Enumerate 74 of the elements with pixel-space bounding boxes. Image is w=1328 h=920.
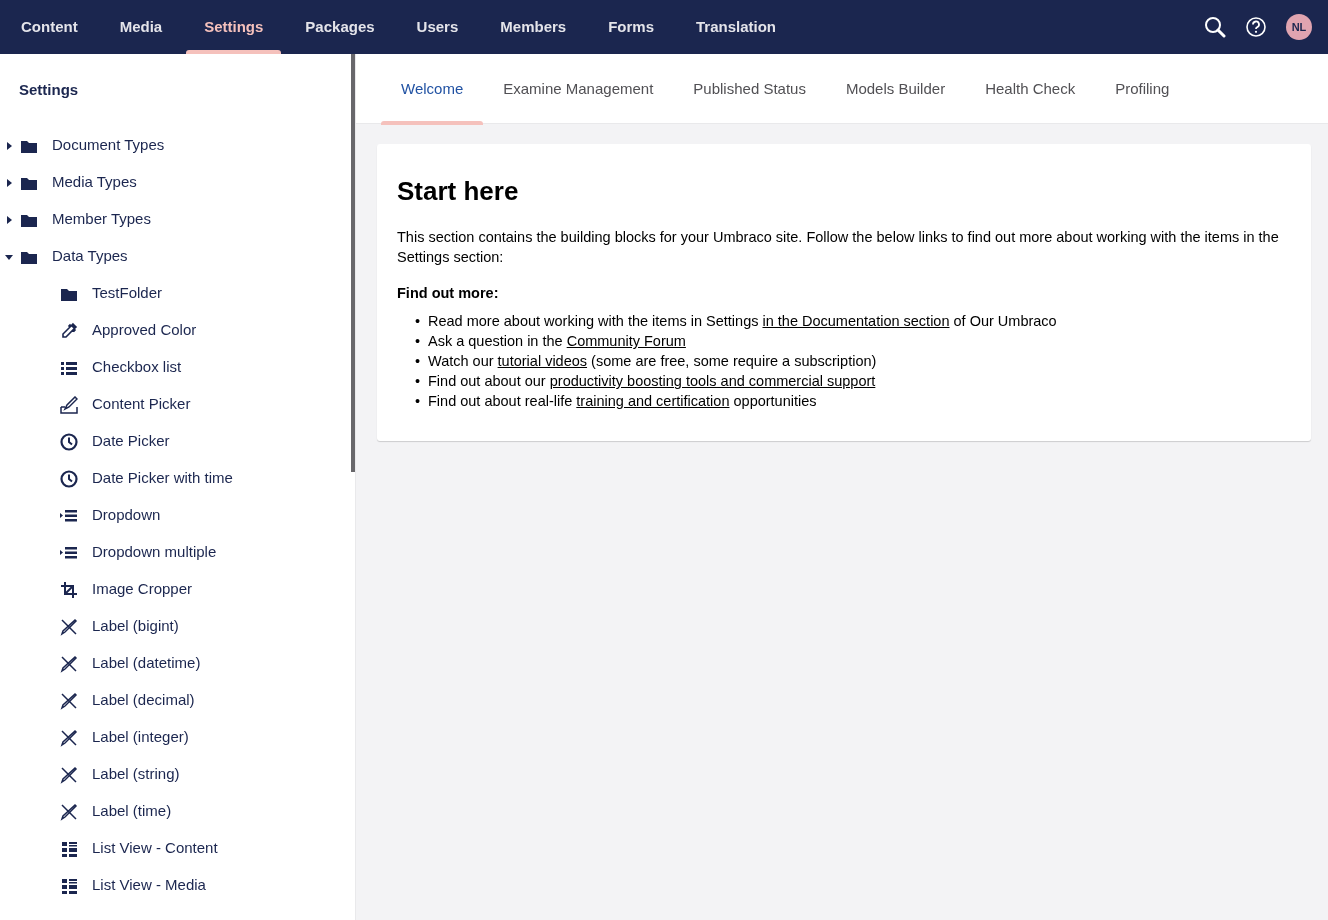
- tree-item[interactable]: Date Picker with time: [92, 467, 233, 490]
- tree-item[interactable]: Label (bigint): [92, 615, 179, 638]
- list-item-text: Find out about our productivity boosting tools and commercial support: [427, 372, 876, 392]
- crossed-pencil-icon: [60, 728, 78, 747]
- section-tab[interactable]: Users: [395, 0, 480, 54]
- crossed-pencil-icon: [60, 802, 78, 821]
- tree-item[interactable]: Content Picker: [92, 393, 191, 416]
- sidebar-title: Settings: [18, 80, 80, 100]
- tab[interactable]: Models Builder: [825, 54, 966, 124]
- caret-right-icon[interactable]: [4, 177, 14, 188]
- tree-item[interactable]: Label (integer): [92, 726, 189, 749]
- tree-item[interactable]: Data Types: [52, 245, 128, 268]
- eyedropper-icon: [60, 321, 78, 340]
- section-tab[interactable]: Packages: [284, 0, 396, 54]
- bullet: •: [415, 352, 422, 372]
- link[interactable]: in the Documentation section: [762, 313, 950, 330]
- tree-item[interactable]: Label (datetime): [92, 652, 201, 675]
- tab[interactable]: Health Check: [965, 54, 1096, 124]
- card-subheading: Find out more:: [397, 284, 500, 304]
- bullet: •: [415, 312, 422, 332]
- crossed-pencil-icon: [60, 765, 78, 784]
- tree-item[interactable]: TestFolder: [92, 282, 163, 305]
- section-tab[interactable]: Members: [479, 0, 588, 54]
- bullet: •: [415, 392, 422, 412]
- section-tab[interactable]: Media: [98, 0, 184, 54]
- section-tab[interactable]: Forms: [587, 0, 675, 54]
- tree-item[interactable]: Member Types: [52, 208, 151, 231]
- crossed-pencil-icon: [60, 691, 78, 710]
- clock-icon: [60, 432, 78, 451]
- scrollbar[interactable]: [351, 54, 355, 472]
- tree-item[interactable]: Image Cropper: [92, 578, 193, 601]
- link[interactable]: productivity boosting tools and commercial support: [549, 373, 876, 390]
- tree-item[interactable]: Dropdown: [92, 504, 161, 527]
- caret-right-icon[interactable]: [4, 140, 14, 151]
- tree-item[interactable]: Approved Color: [92, 319, 197, 342]
- tree-item[interactable]: Label (string): [92, 763, 180, 786]
- section-tab[interactable]: Content: [0, 0, 99, 54]
- tab[interactable]: Profiling: [1095, 54, 1190, 124]
- list-item-text: Read more about working with the items in Settings in the Documentation section of Our Umbraco: [427, 312, 1057, 332]
- grid-list-icon: [60, 876, 78, 895]
- tree-item[interactable]: Media Types: [52, 171, 137, 194]
- search-icon[interactable]: [1204, 16, 1226, 38]
- list-item-text: Ask a question in the Community Forum: [427, 332, 686, 352]
- tree-item[interactable]: Checkbox list: [92, 356, 182, 379]
- list-item-text: Find out about real-life training and certification opportunities: [427, 392, 817, 412]
- tree-item[interactable]: Label (time): [92, 800, 172, 823]
- tab[interactable]: Published Status: [673, 54, 826, 124]
- tree-item[interactable]: Date Picker: [92, 430, 170, 453]
- bullet: •: [415, 332, 422, 352]
- tree-item[interactable]: Label (decimal): [92, 689, 195, 712]
- clock-icon: [60, 469, 78, 488]
- tree-item[interactable]: Document Types: [52, 134, 165, 157]
- grid-list-icon: [60, 839, 78, 858]
- card-heading: Start here: [397, 176, 520, 208]
- help-icon[interactable]: [1246, 17, 1266, 37]
- caret-right-icon[interactable]: [4, 214, 14, 225]
- link[interactable]: training and certification: [576, 393, 730, 410]
- tab[interactable]: Welcome: [381, 54, 484, 124]
- user-avatar[interactable]: NL: [1286, 14, 1312, 40]
- link[interactable]: tutorial videos: [497, 353, 588, 370]
- crop-icon: [60, 580, 78, 599]
- section-tab[interactable]: Translation: [675, 0, 798, 54]
- tree-item[interactable]: List View - Content: [92, 837, 218, 860]
- pen-on-line-icon: [60, 395, 78, 414]
- tree-item[interactable]: List View - Media: [92, 874, 206, 897]
- list-item-text: Watch our tutorial videos (some are free, some require a subscription): [427, 352, 877, 372]
- tab[interactable]: Examine Management: [483, 54, 674, 124]
- section-tab[interactable]: Settings: [183, 0, 285, 54]
- bullet: •: [415, 372, 422, 392]
- intro-text: This section contains the building blocks for your Umbraco site. Follow the below links to find out more about working with the items in the Settings section:: [397, 228, 1280, 268]
- crossed-pencil-icon: [60, 617, 78, 636]
- tree-item[interactable]: Dropdown multiple: [92, 541, 217, 564]
- crossed-pencil-icon: [60, 654, 78, 673]
- link[interactable]: Community Forum: [566, 333, 686, 350]
